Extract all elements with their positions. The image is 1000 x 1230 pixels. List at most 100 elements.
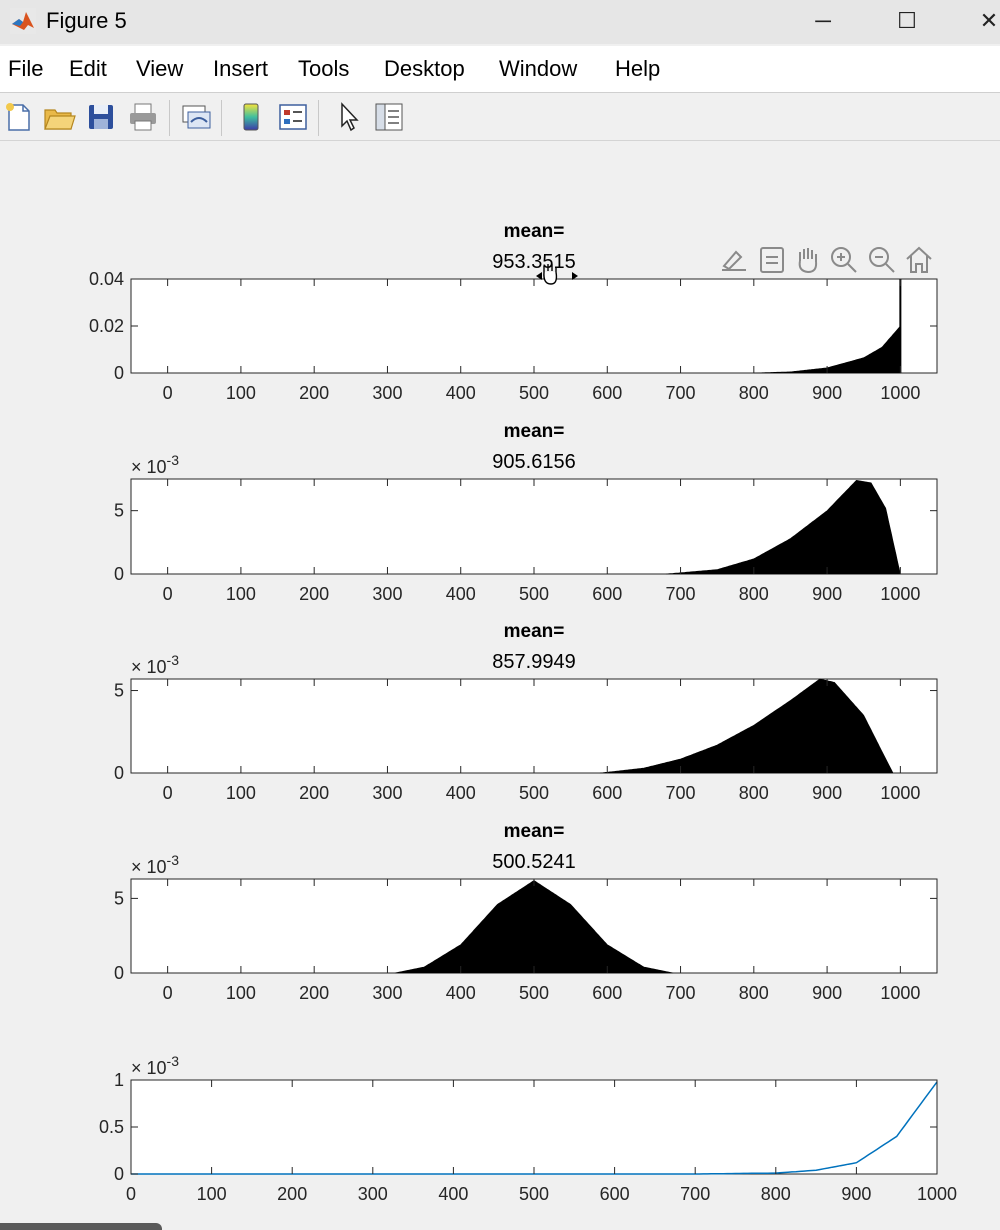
data-tips-icon[interactable] <box>760 247 784 273</box>
y-tick-label: 5 <box>114 681 124 701</box>
x-tick-label: 0 <box>163 783 173 803</box>
axes-title-mean-value: 953.3515 <box>492 251 575 273</box>
y-exponent-label: × 10-3 <box>131 652 179 677</box>
zoom-out-icon[interactable] <box>869 247 895 273</box>
x-tick-label: 0 <box>163 383 173 403</box>
toolbar-separator <box>318 100 319 136</box>
x-tick-label: 400 <box>446 383 476 403</box>
x-tick-label: 200 <box>299 983 329 1003</box>
maximize-button[interactable]: ☐ <box>884 4 930 38</box>
figure-toolbar <box>0 94 1000 141</box>
colorbar-icon[interactable] <box>234 100 268 134</box>
y-tick-label: 1 <box>114 1070 124 1090</box>
legend-icon[interactable] <box>276 100 310 134</box>
x-tick-label: 900 <box>841 1184 871 1204</box>
x-tick-label: 200 <box>299 584 329 604</box>
edit-plot-arrow-icon[interactable] <box>331 100 365 134</box>
menu-insert[interactable]: Insert <box>213 56 268 82</box>
new-figure-icon[interactable] <box>2 100 36 134</box>
figure-canvas: 0 100 200 300 400 500 600 700 800 900 1000 0 0.02 0.0… <box>0 141 1000 1230</box>
x-tick-label: 1000 <box>917 1184 957 1204</box>
x-tick-label: 300 <box>372 584 402 604</box>
axes-title-mean-value: 905.6156 <box>492 451 575 473</box>
y-tick-label: 0.02 <box>89 316 124 336</box>
x-tick-label: 100 <box>226 584 256 604</box>
menu-bar: File Edit View Insert Tools Desktop Wind… <box>0 46 1000 93</box>
x-tick-label: 400 <box>446 783 476 803</box>
x-tick-label: 800 <box>761 1184 791 1204</box>
axes-box <box>130 1079 938 1175</box>
axes-title-mean-label: mean= <box>504 221 565 242</box>
x-tick-label: 300 <box>372 983 402 1003</box>
x-tick-label: 300 <box>372 783 402 803</box>
toolbar-separator <box>221 100 222 136</box>
x-tick-label: 100 <box>197 1184 227 1204</box>
link-plot-icon[interactable] <box>179 100 213 134</box>
taskbar-preview-strip <box>0 1223 162 1230</box>
y-tick-label: 0 <box>114 1164 124 1184</box>
pan-hand-icon[interactable] <box>798 248 818 274</box>
y-tick-label: 0 <box>114 363 124 383</box>
axes-title-mean-label: mean= <box>504 421 565 442</box>
menu-view[interactable]: View <box>136 56 183 82</box>
x-tick-label: 200 <box>299 783 329 803</box>
x-tick-label: 0 <box>126 1184 136 1204</box>
y-tick-label: 5 <box>114 888 124 908</box>
menu-window[interactable]: Window <box>499 56 577 82</box>
close-button[interactable]: ✕ <box>966 4 1000 38</box>
axes-title-mean-label: mean= <box>504 821 565 842</box>
x-tick-label: 800 <box>739 383 769 403</box>
x-tick-label: 300 <box>372 383 402 403</box>
x-tick-label: 200 <box>299 383 329 403</box>
toolbar-separator <box>169 100 170 136</box>
minimize-button[interactable]: ─ <box>800 4 846 38</box>
menu-edit[interactable]: Edit <box>69 56 107 82</box>
x-tick-label: 700 <box>666 783 696 803</box>
y-exponent-label: × 10-3 <box>131 852 179 877</box>
brush-icon[interactable] <box>722 250 746 271</box>
menu-file[interactable]: File <box>8 56 43 82</box>
y-tick-label: 5 <box>114 501 124 521</box>
x-tick-label: 600 <box>592 584 622 604</box>
y-exponent-label: × 10-3 <box>131 1053 179 1078</box>
x-tick-label: 500 <box>519 983 549 1003</box>
save-icon[interactable] <box>84 100 118 134</box>
y-tick-label: 0 <box>114 564 124 584</box>
x-tick-label: 100 <box>226 383 256 403</box>
property-inspector-icon[interactable] <box>372 100 406 134</box>
x-tick-label: 900 <box>812 783 842 803</box>
x-tick-label: 900 <box>812 584 842 604</box>
x-tick-label: 700 <box>666 983 696 1003</box>
x-tick-label: 500 <box>519 1184 549 1204</box>
menu-tools[interactable]: Tools <box>298 56 349 82</box>
print-icon[interactable] <box>126 100 160 134</box>
x-tick-label: 800 <box>739 983 769 1003</box>
x-tick-label: 300 <box>358 1184 388 1204</box>
open-file-icon[interactable] <box>42 100 76 134</box>
menu-help[interactable]: Help <box>615 56 660 82</box>
axes-title-mean-value: 500.5241 <box>492 851 575 873</box>
x-tick-label: 500 <box>519 383 549 403</box>
y-tick-label: 0 <box>114 763 124 783</box>
y-tick-label: 0.5 <box>99 1117 124 1137</box>
x-tick-label: 500 <box>519 783 549 803</box>
axes-box <box>130 278 938 374</box>
window-title: Figure 5 <box>46 8 127 33</box>
x-tick-label: 700 <box>666 584 696 604</box>
x-tick-label: 400 <box>438 1184 468 1204</box>
x-tick-label: 200 <box>277 1184 307 1204</box>
home-icon[interactable] <box>906 246 932 273</box>
x-tick-label: 0 <box>163 983 173 1003</box>
x-tick-label: 0 <box>163 584 173 604</box>
x-tick-label: 800 <box>739 584 769 604</box>
menu-desktop[interactable]: Desktop <box>384 56 465 82</box>
x-tick-label: 900 <box>812 983 842 1003</box>
x-tick-label: 600 <box>592 783 622 803</box>
x-tick-label: 600 <box>592 383 622 403</box>
matlab-logo-icon <box>10 8 36 34</box>
zoom-in-icon[interactable] <box>831 247 857 273</box>
x-tick-label: 1000 <box>880 584 920 604</box>
y-exponent-label: × 10-3 <box>131 452 179 477</box>
x-tick-label: 1000 <box>880 783 920 803</box>
x-tick-label: 100 <box>226 983 256 1003</box>
